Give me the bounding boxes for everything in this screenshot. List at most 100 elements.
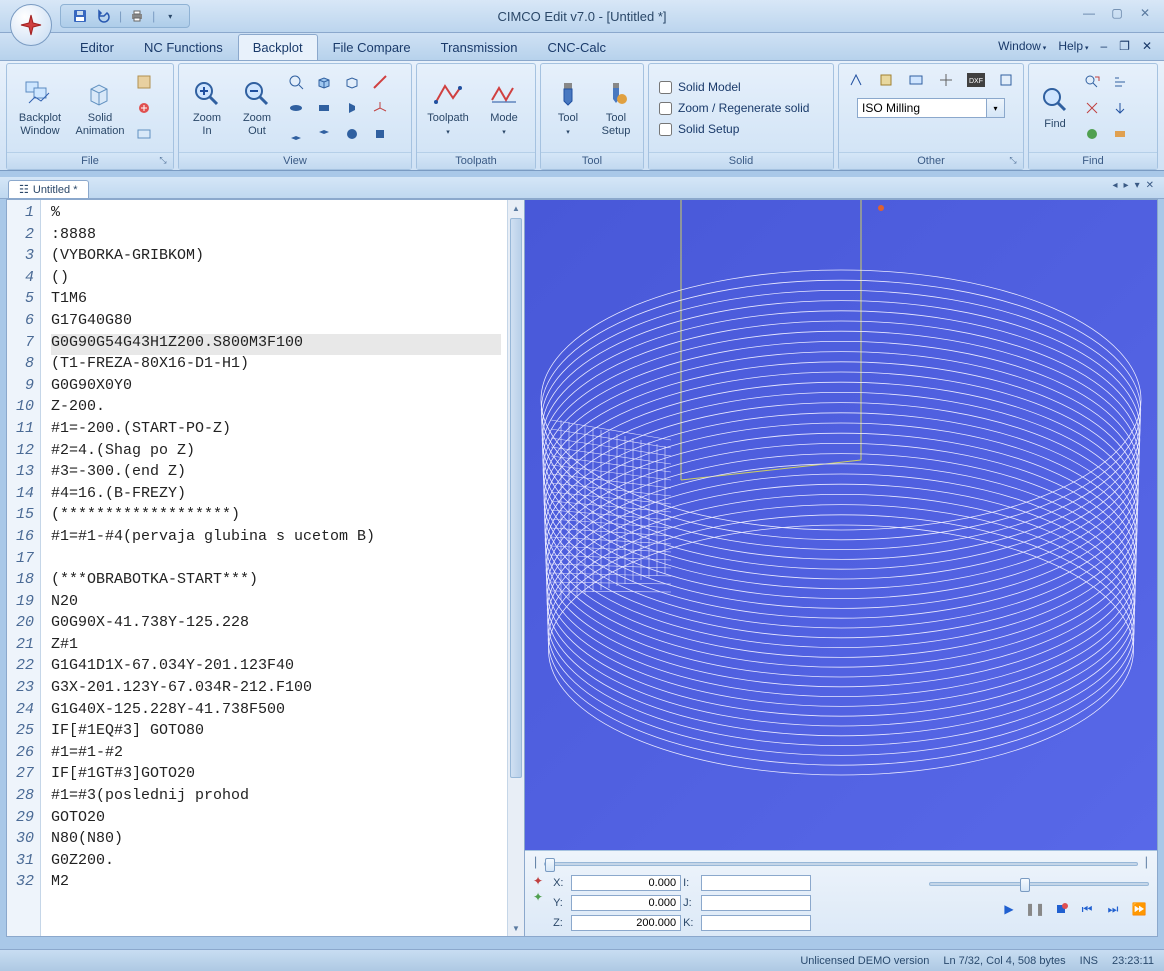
other-btn-3[interactable] — [903, 68, 929, 92]
qat-save[interactable] — [71, 7, 89, 25]
pause-button[interactable]: ❚❚ — [1025, 900, 1045, 918]
view-cube-4[interactable] — [367, 122, 393, 146]
group-title-toolpath: Toolpath — [417, 152, 535, 169]
mode-button[interactable]: Mode▾ — [477, 69, 531, 147]
mdi-restore[interactable]: ❐ — [1115, 37, 1134, 55]
document-tabstrip: ☷ Untitled * ◂ ▸ ▾ ✕ — [0, 177, 1164, 199]
view-cube-2[interactable] — [311, 122, 337, 146]
file-launcher[interactable]: ⤡ — [157, 155, 169, 167]
editor-scrollbar[interactable]: ▲ ▼ — [507, 200, 524, 936]
code-editor[interactable]: %:8888(VYBORKA-GRIBKOM)()T1M6G17G40G80G0… — [41, 200, 507, 936]
coord-y[interactable] — [571, 895, 681, 911]
view-axes[interactable] — [367, 96, 393, 120]
find-goto[interactable] — [1107, 96, 1133, 120]
coord-j[interactable] — [701, 895, 811, 911]
solid-model-check[interactable]: Solid Model — [653, 78, 829, 96]
qat-customize[interactable]: ▾ — [161, 7, 179, 25]
find-mark[interactable] — [1079, 96, 1105, 120]
scroll-up[interactable]: ▲ — [508, 200, 524, 216]
find-6[interactable] — [1107, 122, 1133, 146]
menu-window[interactable]: Window ▾ — [994, 37, 1050, 55]
qat-print[interactable] — [128, 7, 146, 25]
mdi-close[interactable]: ✕ — [1138, 37, 1156, 55]
find-5[interactable] — [1079, 122, 1105, 146]
maximize-button[interactable]: ▢ — [1106, 4, 1128, 22]
machine-type-combo[interactable]: ▾ — [857, 98, 1005, 118]
step-fwd-button[interactable]: ⏭ — [1103, 900, 1123, 918]
view-measure[interactable] — [367, 70, 393, 94]
machine-type-dropdown[interactable]: ▾ — [987, 98, 1005, 118]
timeline-end-icon: ⎮ — [1144, 858, 1149, 869]
view-iso-2[interactable] — [339, 70, 365, 94]
tab-file-compare[interactable]: File Compare — [318, 34, 426, 60]
solid-setup-check[interactable]: Solid Setup — [653, 120, 829, 138]
mode-icon — [488, 78, 520, 110]
origin-toggle-icon[interactable]: ✦ — [533, 890, 543, 904]
machine-type-input[interactable] — [857, 98, 987, 118]
zoom-in-button[interactable]: Zoom In — [183, 69, 231, 147]
other-btn-1[interactable] — [843, 68, 869, 92]
backplot-canvas[interactable] — [525, 200, 1157, 850]
view-cube-3[interactable] — [339, 122, 365, 146]
group-title-file: File — [81, 155, 99, 167]
other-launcher[interactable]: ⤡ — [1007, 155, 1019, 167]
tab-close[interactable]: ✕ — [1144, 180, 1156, 191]
zoom-out-button[interactable]: Zoom Out — [233, 69, 281, 147]
file-small-2[interactable] — [131, 96, 157, 120]
view-iso-1[interactable] — [311, 70, 337, 94]
toolpath-button[interactable]: Toolpath▾ — [421, 69, 475, 147]
coord-z[interactable] — [571, 915, 681, 931]
axes-toggle-icon[interactable]: ✦ — [533, 874, 543, 888]
scroll-down[interactable]: ▼ — [508, 920, 524, 936]
status-position: Ln 7/32, Col 4, 508 bytes — [943, 955, 1065, 967]
file-small-1[interactable] — [131, 70, 157, 94]
scroll-thumb[interactable] — [510, 218, 522, 778]
tab-editor[interactable]: Editor — [65, 34, 129, 60]
close-button[interactable]: ✕ — [1134, 4, 1156, 22]
tab-cnc-calc[interactable]: CNC-Calc — [532, 34, 621, 60]
tab-scroll-right[interactable]: ▸ — [1122, 180, 1131, 191]
coord-i[interactable] — [701, 875, 811, 891]
find-button[interactable]: Find — [1033, 69, 1077, 147]
mdi-minimize[interactable]: – — [1096, 37, 1111, 55]
coord-k[interactable] — [701, 915, 811, 931]
ribbon-group-other: DXF ▾ Other⤡ — [838, 63, 1024, 170]
view-cube-1[interactable] — [283, 122, 309, 146]
minimize-button[interactable]: — — [1078, 4, 1100, 22]
qat-undo[interactable] — [95, 7, 113, 25]
play-button[interactable]: ▶ — [999, 900, 1019, 918]
view-zoom-all[interactable] — [283, 70, 309, 94]
step-back-button[interactable]: ⏮ — [1077, 900, 1097, 918]
menu-help[interactable]: Help ▾ — [1054, 37, 1092, 55]
other-btn-6[interactable] — [993, 68, 1019, 92]
doc-tab-untitled[interactable]: ☷ Untitled * — [8, 180, 89, 198]
tab-backplot[interactable]: Backplot — [238, 34, 318, 60]
timeline-slider[interactable] — [544, 862, 1138, 866]
view-front[interactable] — [311, 96, 337, 120]
view-side[interactable] — [339, 96, 365, 120]
tool-setup-button[interactable]: Tool Setup — [593, 69, 639, 147]
speed-slider[interactable] — [929, 882, 1149, 886]
view-top[interactable] — [283, 96, 309, 120]
find-next[interactable] — [1079, 70, 1105, 94]
solid-animation-button[interactable]: Solid Animation — [71, 69, 129, 147]
tool-button[interactable]: Tool▾ — [545, 69, 591, 147]
backplot-window-button[interactable]: Backplot Window — [11, 69, 69, 147]
other-btn-2[interactable] — [873, 68, 899, 92]
stop-button[interactable] — [1051, 900, 1071, 918]
fast-fwd-button[interactable]: ⏩ — [1129, 900, 1149, 918]
zoom-out-icon — [241, 78, 273, 110]
other-btn-dxf[interactable]: DXF — [963, 68, 989, 92]
tab-nc-functions[interactable]: NC Functions — [129, 34, 238, 60]
zoom-in-icon — [191, 78, 223, 110]
tab-scroll-left[interactable]: ◂ — [1111, 180, 1120, 191]
tab-transmission[interactable]: Transmission — [426, 34, 533, 60]
other-btn-4[interactable] — [933, 68, 959, 92]
file-small-3[interactable] — [131, 122, 157, 146]
coord-x[interactable] — [571, 875, 681, 891]
backplot-window-icon — [24, 78, 56, 110]
find-prev[interactable] — [1107, 70, 1133, 94]
zoom-regen-check[interactable]: Zoom / Regenerate solid — [653, 99, 829, 117]
tab-list[interactable]: ▾ — [1133, 180, 1142, 191]
app-menu-orb[interactable] — [10, 4, 52, 46]
